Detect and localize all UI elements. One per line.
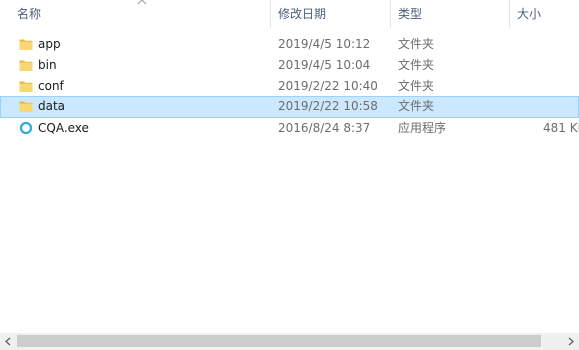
folder-icon [19,81,33,92]
scrollbar-thumb[interactable] [17,335,541,347]
file-size [514,76,579,97]
file-list-pane: 名称 修改日期 类型 大小 app 2019/4/5 10:12 文件夹 bin… [0,0,579,350]
file-name: data [38,99,66,113]
column-header-type-label: 类型 [398,7,423,21]
file-name: conf [38,79,64,93]
file-type: 文件夹 [398,37,435,51]
file-name: bin [38,58,57,72]
file-modified: 2019/2/22 10:40 [278,79,378,93]
folder-icon [19,101,33,112]
file-row-conf[interactable]: conf 2019/2/22 10:40 文件夹 [0,76,579,97]
file-modified: 2019/2/22 10:58 [278,99,378,113]
file-size [514,34,579,55]
file-modified: 2019/4/5 10:04 [278,58,371,72]
column-header-type[interactable]: 类型 [391,0,509,28]
scroll-left-arrow-icon[interactable] [0,333,17,350]
folder-icon [19,60,33,71]
column-header-bar: 名称 修改日期 类型 大小 [0,0,579,28]
file-row-data[interactable]: data 2019/2/22 10:58 文件夹 [0,96,579,118]
file-size: 481 KB [543,121,579,135]
column-header-modified[interactable]: 修改日期 [271,0,390,28]
file-name: CQA.exe [38,121,89,135]
file-modified: 2016/8/24 8:37 [278,121,371,135]
file-row-bin[interactable]: bin 2019/4/5 10:04 文件夹 [0,55,579,76]
file-type: 应用程序 [398,121,447,135]
file-modified: 2019/4/5 10:12 [278,37,371,51]
column-header-name-label: 名称 [17,7,42,21]
file-name: app [38,37,61,51]
column-header-size-label: 大小 [517,7,542,21]
file-type: 文件夹 [398,79,435,93]
app-ring-icon [19,121,33,135]
file-type: 文件夹 [398,99,435,113]
scroll-right-arrow-icon[interactable] [562,333,579,350]
file-size [514,55,579,76]
folder-icon [19,39,33,50]
file-row-cqa-exe[interactable]: CQA.exe 2016/8/24 8:37 应用程序 481 KB [0,118,579,139]
column-header-name[interactable]: 名称 [0,0,270,28]
horizontal-scrollbar[interactable] [0,333,579,350]
file-size [515,97,579,118]
file-row-app[interactable]: app 2019/4/5 10:12 文件夹 [0,34,579,55]
column-header-modified-label: 修改日期 [278,7,327,21]
column-header-size[interactable]: 大小 [510,0,579,28]
file-type: 文件夹 [398,58,435,72]
